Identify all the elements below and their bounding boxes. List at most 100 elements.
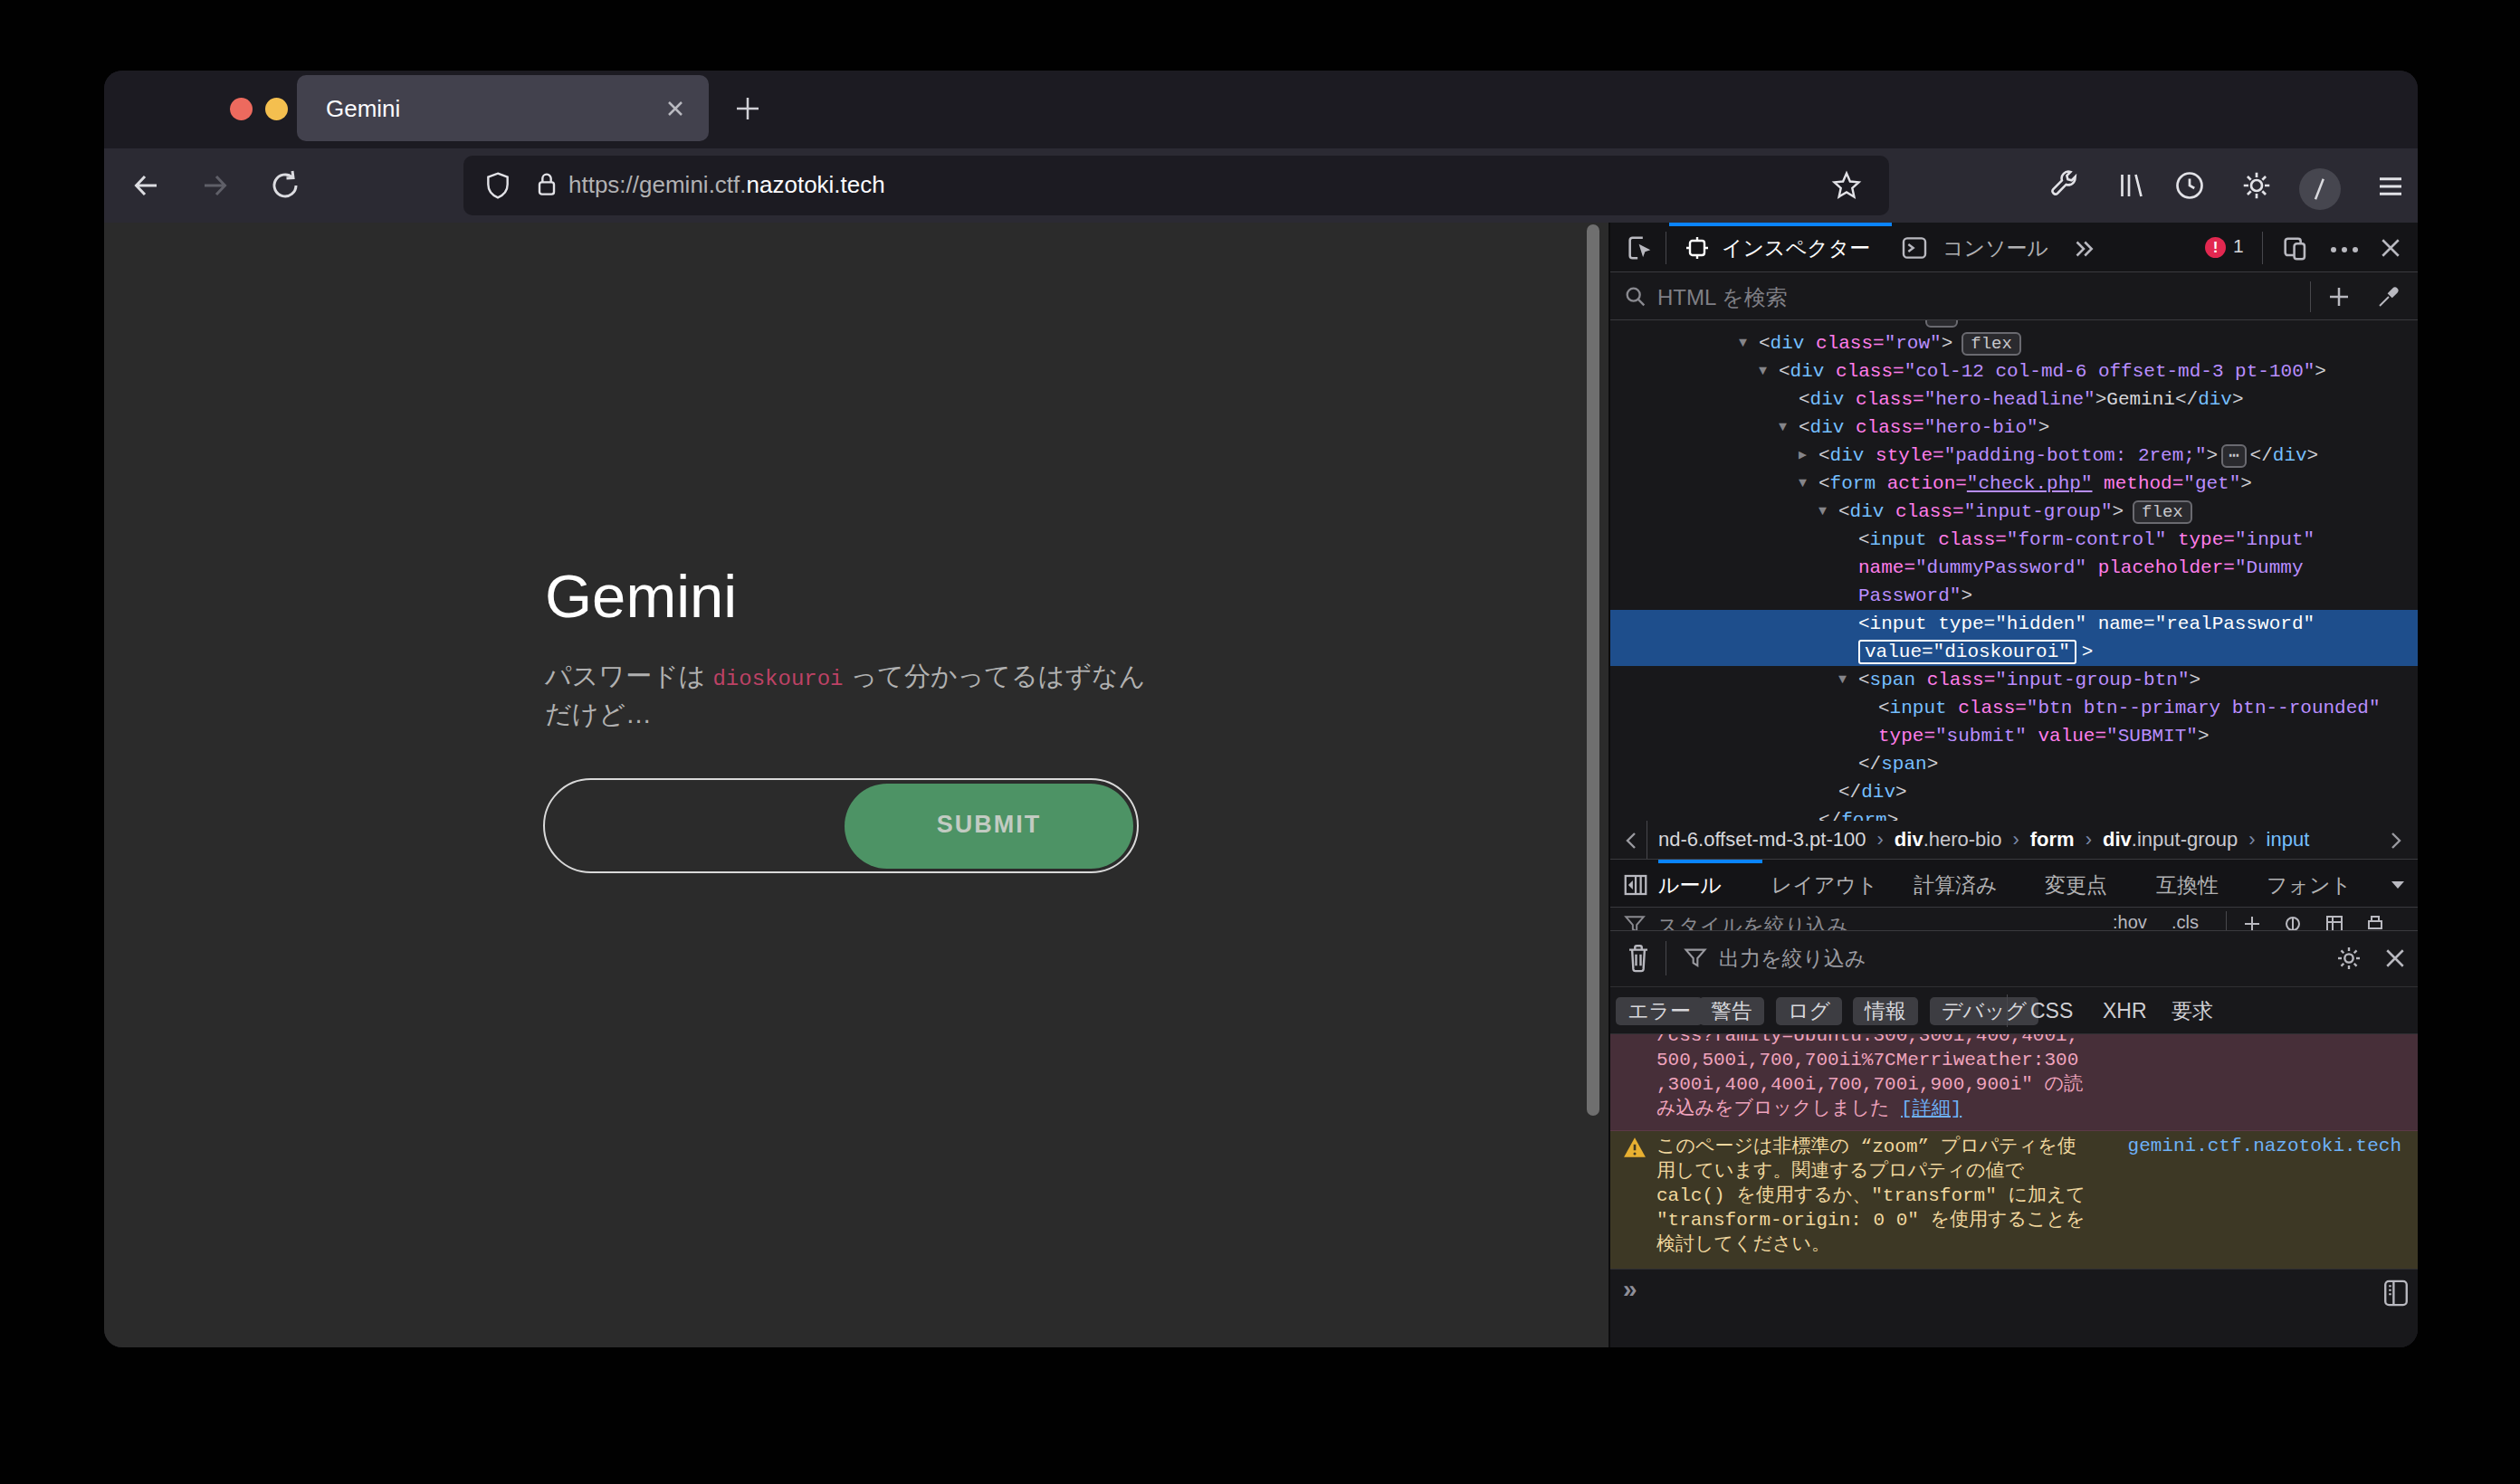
tree-row[interactable]: </span> (1610, 750, 2418, 778)
tree-row[interactable]: <input class="form-control" type="input" (1610, 526, 2418, 554)
tree-row[interactable]: name="dummyPassword" placeholder="Dummy (1610, 554, 2418, 582)
page-scrollbar[interactable] (1587, 224, 1599, 1116)
breadcrumb-item[interactable]: form (2021, 828, 2084, 851)
console-tab-icon[interactable] (1900, 233, 1929, 262)
inspector-tab-icon[interactable] (1683, 233, 1712, 262)
grid-icon[interactable] (2324, 913, 2345, 931)
devtools-menu-icon[interactable] (2328, 241, 2361, 259)
breadcrumb-forward-icon[interactable] (2384, 830, 2406, 851)
devtools-wrench-icon[interactable] (2047, 169, 2079, 202)
tree-row[interactable]: <input type="hidden" name="realPassword" (1610, 610, 2418, 638)
tab-console[interactable]: コンソール (1942, 234, 2048, 262)
console-filter-text-2[interactable]: 要求 (2172, 997, 2213, 1025)
style-filter-row[interactable]: スタイルを絞り込み :hov .cls (1610, 908, 2418, 931)
split-console-icon[interactable] (2382, 1278, 2410, 1308)
eyedropper-icon[interactable] (2375, 283, 2402, 310)
devtools-close-icon[interactable] (2377, 234, 2404, 262)
pick-element-icon[interactable] (1625, 233, 1656, 263)
new-tab-icon[interactable] (733, 94, 762, 123)
console-filter-placeholder[interactable]: 出力を絞り込み (1719, 945, 1866, 973)
tab-title: Gemini (326, 95, 400, 123)
tree-row[interactable]: ▼<div class="row">flex (1610, 329, 2418, 357)
breadcrumb-item[interactable]: nd-6.offset-md-3.pt-100 (1649, 828, 1876, 851)
more-tabs-chevron-icon[interactable] (2070, 235, 2097, 262)
tree-row[interactable]: value="dioskouroi"> (1610, 638, 2418, 666)
tree-row[interactable]: ▼<div class="col-12 col-md-6 offset-md-3… (1610, 357, 2418, 385)
browser-tab[interactable]: Gemini (297, 75, 709, 141)
html-search-bar[interactable]: HTML を検索 (1610, 272, 2418, 320)
pseudo-icon[interactable] (2282, 913, 2304, 931)
console-filter-2[interactable]: ログ (1776, 997, 1842, 1025)
settings-gear-icon[interactable] (2240, 169, 2273, 202)
style-filter-funnel-icon (1623, 913, 1647, 931)
console-filter-3[interactable]: 情報 (1853, 997, 1918, 1025)
minimize-window-button[interactable] (265, 98, 288, 120)
responsive-design-icon[interactable] (2280, 233, 2311, 264)
search-icon (1623, 284, 1648, 309)
extension-bolt-icon[interactable] (2299, 168, 2341, 210)
close-window-button[interactable] (230, 98, 253, 120)
lock-icon[interactable] (532, 170, 561, 199)
bookmark-star-icon[interactable] (1830, 169, 1863, 202)
reload-icon[interactable] (268, 168, 302, 203)
breadcrumb-item[interactable]: input (2258, 828, 2319, 851)
menu-hamburger-icon[interactable] (2374, 170, 2407, 203)
console-settings-gear-icon[interactable] (2334, 944, 2363, 973)
sidetab-2[interactable]: 計算済み (1914, 871, 1998, 899)
console-input-row[interactable]: » (1610, 1269, 2418, 1347)
sidetab-3[interactable]: 変更点 (2045, 871, 2107, 899)
tree-row[interactable]: ▼<div class="input-group">flex (1610, 498, 2418, 526)
console-filter-text-1[interactable]: XHR (2103, 997, 2147, 1025)
tree-row[interactable]: ▼<div class="hero-bio"> (1610, 414, 2418, 442)
console-filter-text-0[interactable]: CSS (2030, 997, 2073, 1025)
shield-icon[interactable] (483, 171, 512, 200)
sidetab-1[interactable]: レイアウト (1771, 871, 1878, 899)
sidetabs-dropdown-icon[interactable] (2389, 878, 2407, 892)
sidetab-5[interactable]: フォント (2267, 871, 2352, 899)
tree-row[interactable]: <input class="btn btn--primary btn--roun… (1610, 694, 2418, 722)
clear-console-trash-icon[interactable] (1625, 943, 1652, 974)
print-icon[interactable] (2364, 913, 2386, 931)
console-filter-4[interactable]: デバッグ (1930, 997, 2038, 1025)
collapsed-node-ellipsis[interactable]: ⋯ (1925, 320, 1958, 328)
browser-window: Gemini https://gemini.ctf.nazotoki.tech … (104, 71, 2418, 1347)
console-error-line: 500,500i,700,700ii%7CMerriweather:300 (1656, 1048, 2078, 1072)
breadcrumb-bar[interactable]: nd-6.offset-md-3.pt-100›div.hero-bio›for… (1610, 821, 2418, 860)
breadcrumb-item[interactable]: div.hero-bio (1885, 828, 2011, 851)
sidebar-toggle-icon[interactable] (1622, 871, 1649, 899)
breadcrumb-item[interactable]: div.input-group (2094, 828, 2247, 851)
console-close-icon[interactable] (2382, 945, 2409, 972)
tree-row[interactable]: ▼<form action="check.php" method="get"> (1610, 470, 2418, 498)
devtools-panel: インスペクター コンソール ! 1 HTML を検索 ⋯ ▼<div class… (1610, 223, 2418, 1347)
error-count-badge[interactable]: ! (2205, 237, 2226, 258)
sidetab-0[interactable]: ルール (1658, 871, 1722, 899)
tree-row[interactable]: </form> (1610, 806, 2418, 822)
console-filter-0[interactable]: エラー (1616, 997, 1703, 1025)
hov-toggle[interactable]: :hov (2113, 912, 2147, 931)
warning-source-link[interactable]: gemini.ctf.nazotoki.tech (2128, 1136, 2401, 1156)
tab-close-icon[interactable] (663, 97, 687, 120)
back-icon[interactable] (129, 168, 164, 203)
tree-row[interactable]: </div> (1610, 778, 2418, 806)
tree-row[interactable]: Password"> (1610, 582, 2418, 610)
library-icon[interactable] (2115, 169, 2148, 202)
breadcrumb-back-icon[interactable] (1621, 830, 1643, 851)
error-details-link[interactable]: [詳細] (1901, 1099, 1962, 1119)
page-content: Gemini パスワードは dioskouroi って分かってるはずなん だけど… (104, 223, 1608, 1347)
tree-row[interactable]: ▼<span class="input-group-btn"> (1610, 666, 2418, 694)
history-clock-icon[interactable] (2173, 169, 2206, 202)
cls-toggle[interactable]: .cls (2172, 912, 2199, 931)
tree-row[interactable]: <div class="hero-headline">Gemini</div> (1610, 385, 2418, 414)
forward-icon[interactable] (197, 168, 232, 203)
url-bar[interactable]: https://gemini.ctf.nazotoki.tech (463, 156, 1889, 215)
warning-icon (1623, 1137, 1647, 1158)
sidetab-4[interactable]: 互換性 (2156, 871, 2219, 899)
console-filter-1[interactable]: 警告 (1699, 997, 1764, 1025)
tree-row[interactable]: type="submit" value="SUBMIT"> (1610, 722, 2418, 750)
tree-row[interactable]: ▶<div style="padding-bottom: 2rem;">⋯</d… (1610, 442, 2418, 470)
submit-button[interactable]: SUBMIT (845, 784, 1133, 869)
add-rule-icon[interactable] (2241, 913, 2263, 931)
tab-inspector[interactable]: インスペクター (1722, 234, 1870, 262)
add-node-icon[interactable] (2325, 283, 2353, 310)
html-tree[interactable]: ⋯ ▼<div class="row">flex▼<div class="col… (1610, 320, 2418, 822)
